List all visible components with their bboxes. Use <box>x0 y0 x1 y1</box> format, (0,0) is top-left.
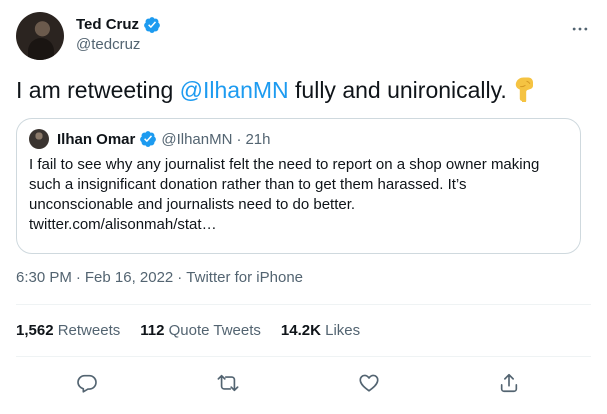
author-handle[interactable]: @tedcruz <box>76 35 161 55</box>
more-horizontal-icon[interactable] <box>569 18 591 40</box>
retweets-count: 1,562 <box>16 322 54 339</box>
quote-timestamp[interactable]: 21h <box>245 131 270 148</box>
like-button[interactable] <box>354 370 384 400</box>
quote-body-text: I fail to see why any journalist felt th… <box>29 156 540 213</box>
quote-author-handle: @IlhanMN <box>161 130 233 148</box>
verified-badge-icon <box>143 16 161 34</box>
tweet-text: I am retweeting @IlhanMN fully and uniro… <box>16 74 591 106</box>
backhand-index-pointing-down-emoji <box>513 76 537 103</box>
tweet-text-after: fully and unironically. <box>288 77 507 103</box>
retweets-label: Retweets <box>57 322 121 339</box>
quote-link[interactable]: twitter.com/alisonmah/stat… <box>29 216 217 233</box>
share-button[interactable] <box>494 370 524 400</box>
meta-separator-2: · <box>177 269 183 286</box>
heart-icon <box>358 372 380 399</box>
divider <box>16 356 591 357</box>
author-name-row: Ted Cruz <box>76 15 161 35</box>
quote-tweets-stat[interactable]: 112 Quote Tweets <box>140 321 261 341</box>
quote-tweets-count: 112 <box>140 322 165 339</box>
retweet-button[interactable] <box>213 370 243 400</box>
tweet-time[interactable]: 6:30 PM <box>16 268 72 288</box>
quote-tweets-label: Quote Tweets <box>168 322 261 339</box>
quote-tweet[interactable]: Ilhan Omar @IlhanMN · 21h I fail to see … <box>16 118 581 254</box>
tweet-meta: 6:30 PM · Feb 16, 2022 · Twitter for iPh… <box>16 268 303 288</box>
quote-verified-badge-icon <box>139 130 157 148</box>
retweet-icon <box>217 372 239 399</box>
quote-separator: · <box>236 130 242 148</box>
share-icon <box>498 372 520 399</box>
likes-count: 14.2K <box>280 322 321 339</box>
reply-icon <box>76 372 98 399</box>
quote-author-name: Ilhan Omar <box>57 130 136 148</box>
tweet-date[interactable]: Feb 16, 2022 <box>85 268 173 288</box>
likes-stat[interactable]: 14.2K Likes <box>281 321 360 341</box>
likes-label: Likes <box>325 322 361 339</box>
tweet-stats: 1,562 Retweets 112 Quote Tweets 14.2K Li… <box>16 321 360 341</box>
reply-button[interactable] <box>72 370 102 400</box>
tweet-source[interactable]: Twitter for iPhone <box>186 268 303 288</box>
quote-body: I fail to see why any journalist felt th… <box>29 155 569 235</box>
author-display-name[interactable]: Ted Cruz <box>76 15 139 35</box>
tweet-mention-link[interactable]: @IlhanMN <box>180 77 289 103</box>
meta-separator-1: · <box>75 269 81 286</box>
quote-author-avatar <box>29 129 49 149</box>
divider <box>16 304 591 305</box>
quote-header: Ilhan Omar @IlhanMN · 21h <box>29 129 568 149</box>
retweets-stat[interactable]: 1,562 Retweets <box>16 321 120 341</box>
tweet-actions <box>0 364 607 404</box>
tweet-card: Ted Cruz @tedcruz I am retweeting @Ilhan… <box>0 0 607 414</box>
tweet-text-before: I am retweeting <box>16 77 180 103</box>
tweet-header: Ted Cruz @tedcruz <box>16 12 591 60</box>
author-names: Ted Cruz @tedcruz <box>76 15 161 55</box>
author-avatar[interactable] <box>16 12 64 60</box>
